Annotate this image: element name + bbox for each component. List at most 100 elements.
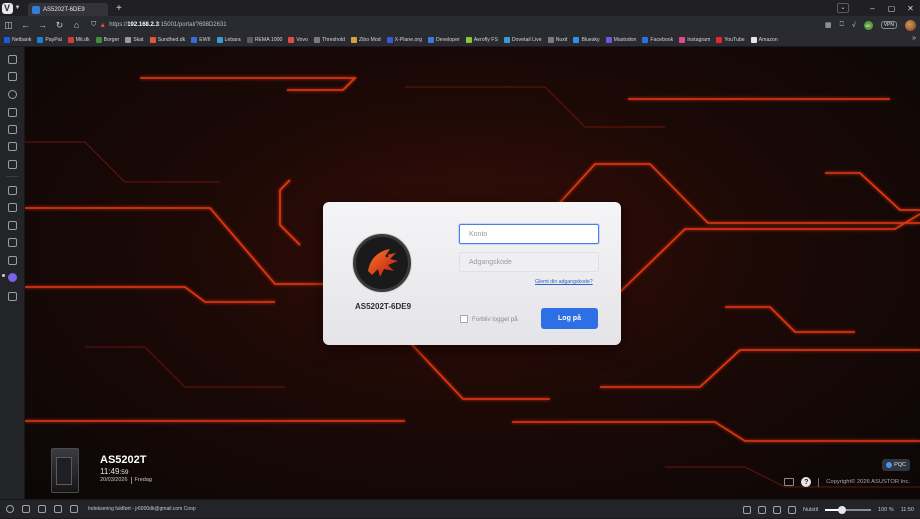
browser-tab-active[interactable]: AS5202T-6DE9	[28, 3, 108, 16]
image-toggle-icon[interactable]	[788, 505, 797, 514]
zoom-reset-button[interactable]: Nulstil	[803, 507, 818, 513]
qr-code-icon[interactable]: ▦	[825, 21, 832, 29]
bookmark-item[interactable]: Vovo	[288, 37, 308, 43]
bookmark-item[interactable]: Zibo Mod	[351, 37, 381, 43]
zoom-slider-knob[interactable]	[838, 505, 847, 514]
back-arrow-icon[interactable]: ←	[17, 20, 34, 30]
bookmark-item[interactable]: Netbank	[4, 37, 31, 43]
reading-list-panel-icon[interactable]	[8, 142, 17, 151]
new-tab-button[interactable]: +	[116, 3, 122, 14]
bookmark-item[interactable]: Threshold	[313, 37, 345, 43]
fullscreen-icon[interactable]	[773, 505, 782, 514]
page-actions-icon[interactable]	[743, 505, 752, 514]
account-field[interactable]: Konto	[459, 224, 599, 244]
tasks-panel-icon[interactable]	[8, 160, 17, 169]
calendar-panel-icon[interactable]	[8, 221, 17, 230]
status-bar-tools: Nulstil 100 % 11:50	[743, 500, 914, 519]
bookmark-favicon-icon	[149, 37, 156, 43]
remember-me-option[interactable]: Forbliv logget på	[460, 315, 518, 323]
bookmark-item[interactable]: Lebara	[216, 37, 241, 43]
downloads-panel-icon[interactable]	[8, 72, 17, 81]
bookmark-item[interactable]: Facebook	[642, 37, 673, 43]
bookmark-item[interactable]: Bluesky	[573, 37, 600, 43]
reload-icon[interactable]: ↻	[51, 20, 68, 31]
bookmarks-more-button[interactable]: »	[912, 35, 916, 42]
bookmark-favicon-icon	[95, 37, 102, 43]
bookmark-item[interactable]: REMA 1000	[246, 37, 282, 43]
device-name-label: AS5202T-6DE9	[354, 302, 412, 311]
notes-panel-icon[interactable]	[8, 108, 17, 117]
bookmark-item[interactable]: Instagram	[679, 37, 710, 43]
vpn-button[interactable]: VPN	[880, 21, 897, 29]
extension-badge-icon[interactable]: 60	[863, 20, 873, 30]
bookmarks-panel-icon[interactable]	[8, 55, 17, 64]
bookmark-item[interactable]: Developer	[428, 37, 460, 43]
panel-divider	[6, 176, 19, 177]
nas-device-image	[51, 448, 79, 493]
shield-icon: ⛉	[91, 21, 97, 28]
vivaldi-logo-icon: V	[1, 2, 13, 14]
bookmark-favicon-icon	[428, 37, 435, 43]
bookmark-item[interactable]: Nuxit	[547, 37, 567, 43]
history-panel-icon[interactable]	[8, 90, 17, 99]
profile-avatar[interactable]	[905, 19, 916, 31]
extension-v-icon[interactable]: √	[852, 22, 856, 29]
bookmark-icon[interactable]: ⎕	[840, 21, 844, 29]
cloud-icon[interactable]	[38, 505, 46, 513]
bookmark-favicon-icon	[716, 37, 723, 43]
chat-icon[interactable]	[784, 478, 795, 486]
maximize-button[interactable]: ▢	[882, 4, 901, 13]
translate-panel-icon[interactable]	[8, 125, 17, 134]
login-button[interactable]: Log på	[541, 308, 598, 329]
pqc-badge[interactable]: PQC	[882, 459, 910, 471]
calendar-status-icon[interactable]	[70, 505, 78, 513]
bookmark-favicon-icon	[288, 37, 295, 43]
bookmark-item[interactable]: Mit.dk	[67, 37, 90, 43]
bookmark-favicon-icon	[750, 37, 757, 43]
mail-status-icon[interactable]	[54, 505, 62, 513]
bookmark-item[interactable]: Amazon	[750, 37, 778, 43]
security-warning-icon[interactable]: ▲	[99, 22, 106, 29]
feeds-panel-icon[interactable]	[8, 238, 17, 247]
panel-toggle-icon[interactable]: ◫	[0, 20, 17, 31]
footer-divider	[818, 477, 820, 487]
bookmark-item[interactable]: Skat	[125, 37, 144, 43]
pqc-shield-icon	[886, 462, 893, 468]
bookmark-item[interactable]: Aerofly FS	[465, 37, 498, 43]
add-panel-icon[interactable]	[8, 292, 17, 301]
bookmark-favicon-icon	[547, 37, 554, 43]
bookmark-item[interactable]: Borger	[95, 37, 119, 43]
contacts-panel-icon[interactable]	[8, 203, 17, 212]
help-icon[interactable]: ?	[801, 477, 812, 487]
bookmark-favicon-icon	[679, 37, 686, 43]
mastodon-panel-icon[interactable]	[8, 273, 17, 282]
forgot-password-link[interactable]: Glemt din adgangskode?	[535, 279, 593, 285]
address-bar: ◫ ← → ↻ ⌂ ⛉ ▲ https://192.168.2.3:15001/…	[0, 16, 920, 34]
forward-arrow-icon[interactable]: →	[34, 20, 51, 30]
bookmark-favicon-icon	[351, 37, 357, 43]
browser-side-panel	[0, 47, 25, 499]
tab-menu-button[interactable]: ⌄	[837, 3, 849, 13]
bookmark-item[interactable]: YouTube	[716, 37, 745, 43]
mail-panel-icon[interactable]	[8, 186, 17, 195]
password-field[interactable]: Adgangskode	[459, 252, 599, 272]
close-window-button[interactable]: ✕	[901, 4, 920, 13]
sync-icon[interactable]	[6, 505, 14, 513]
capture-icon[interactable]	[758, 505, 767, 514]
vivaldi-menu-button[interactable]: V ▼	[0, 0, 22, 16]
remember-me-checkbox[interactable]	[460, 315, 468, 323]
bookmark-item[interactable]: EWII	[191, 37, 211, 43]
bookmark-item[interactable]: Mastodon	[605, 37, 636, 43]
bookmark-item[interactable]: Sundhed.dk	[149, 37, 185, 43]
bookmark-item[interactable]: PayPal	[37, 37, 62, 43]
zoom-slider[interactable]	[825, 505, 872, 514]
minimize-button[interactable]: –	[863, 4, 882, 13]
home-icon[interactable]: ⌂	[68, 20, 85, 30]
web-panel-icon[interactable]	[8, 256, 17, 265]
bookmark-item[interactable]: X-Plane.org	[386, 37, 422, 43]
url-field[interactable]: ⛉ ▲ https://192.168.2.3:15001/portal/?69…	[91, 21, 227, 29]
bookmark-item[interactable]: Dovetail Live	[503, 37, 542, 43]
device-clock: 11:49:59	[100, 467, 129, 476]
zoom-level: 100 %	[878, 506, 894, 513]
tiling-icon[interactable]	[22, 505, 30, 513]
